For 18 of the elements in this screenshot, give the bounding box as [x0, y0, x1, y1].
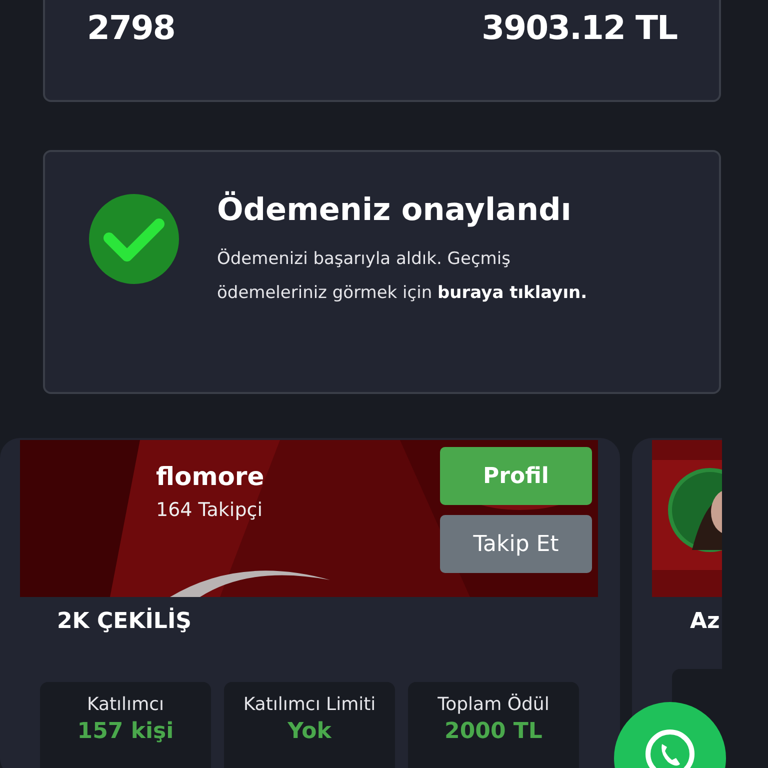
- check-circle-icon: [89, 194, 179, 284]
- stat-value: 2000 TL: [444, 719, 542, 744]
- stat-label: Toplam Ödül: [438, 694, 550, 715]
- follow-button[interactable]: Takip Et: [440, 515, 592, 573]
- stat-label: Katılımcı Limiti: [243, 694, 376, 715]
- history-link[interactable]: buraya tıklayın.: [438, 283, 588, 303]
- user-name: flomore: [156, 462, 264, 491]
- notice-message: Ödemenizi başarıyla aldık. Geçmiş ödemeleriniz görmek için buraya tıklayın.: [217, 248, 588, 305]
- notice-title: Ödemeniz onaylandı: [217, 192, 572, 228]
- stat-value: 157 kişi: [77, 719, 174, 744]
- stat-value: Yok: [288, 719, 332, 744]
- stat-label: Katılımcı: [86, 694, 164, 715]
- count-value: 2798: [87, 8, 175, 49]
- follower-count: 164 Takipçi: [156, 499, 264, 521]
- giveaway-title: 2K ÇEKİLİŞ: [57, 609, 192, 636]
- amount-value: 3903.12 TL: [482, 8, 677, 49]
- profile-button[interactable]: Profil: [440, 447, 592, 505]
- giveaway-title: Az: [690, 609, 721, 636]
